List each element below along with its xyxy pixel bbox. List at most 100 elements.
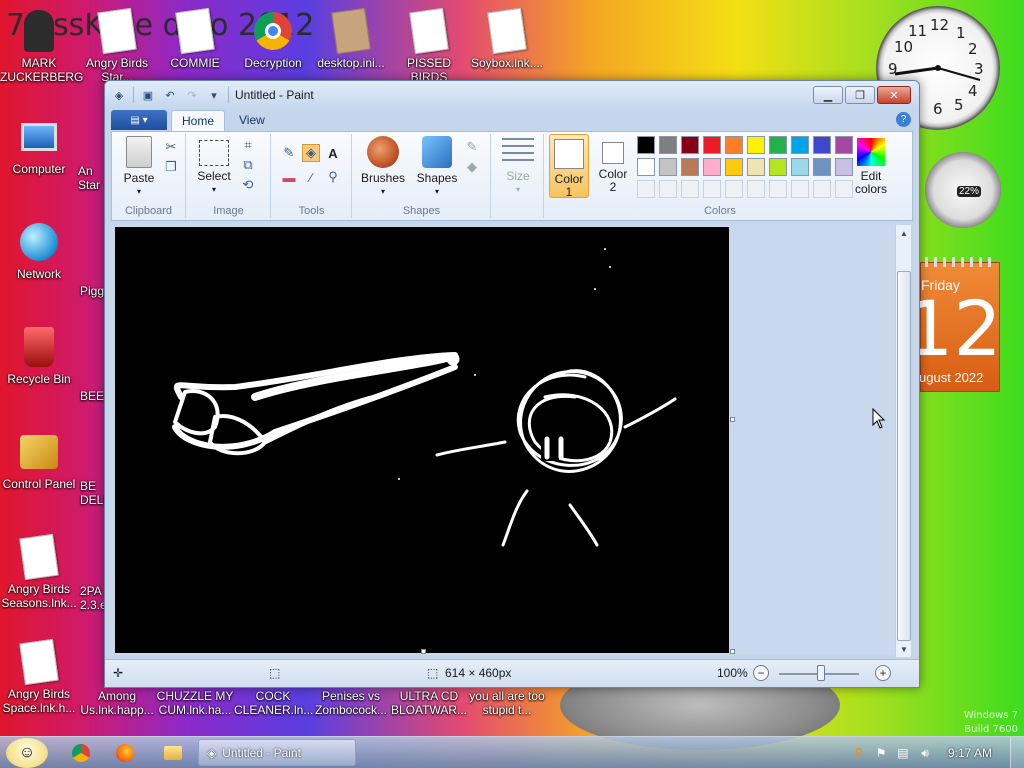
desktop-icon-angry-birds-star[interactable]: Angry Birds Star...: [78, 7, 156, 84]
eraser-icon[interactable]: ▬: [280, 168, 298, 186]
help-icon[interactable]: ?: [896, 112, 911, 127]
desktop-icon-decryption[interactable]: Decryption: [234, 8, 312, 70]
palette-custom-slot[interactable]: [791, 180, 809, 198]
cut-icon[interactable]: ✂: [162, 138, 180, 156]
network-tray-icon[interactable]: ▤: [892, 742, 914, 764]
palette-color-swatch[interactable]: [769, 136, 787, 154]
save-icon[interactable]: ▣: [140, 87, 156, 103]
palette-color-swatch[interactable]: [813, 136, 831, 154]
desktop-icon-ultra-cd[interactable]: ULTRA CD BLOATWAR...: [390, 689, 468, 717]
search-icon[interactable]: ⚲: [848, 742, 870, 764]
taskbar-paint-task[interactable]: ◈ Untitled - Paint: [198, 739, 356, 766]
palette-color-swatch[interactable]: [637, 136, 655, 154]
palette-custom-slot[interactable]: [769, 180, 787, 198]
palette-color-swatch[interactable]: [659, 136, 677, 154]
customize-toolbar-icon[interactable]: ▾: [206, 87, 222, 103]
rotate-icon[interactable]: ⟲: [239, 176, 257, 194]
desktop-icon-pissed-birds[interactable]: PISSED BIRDS: [390, 7, 468, 84]
palette-custom-slot[interactable]: [637, 180, 655, 198]
desktop-icon-recycle-bin[interactable]: Recycle Bin: [0, 324, 78, 386]
palette-custom-slot[interactable]: [659, 180, 677, 198]
outline-icon[interactable]: ✎: [463, 138, 481, 156]
paint-window[interactable]: ◈ ▣ ↶ ↷ ▾ Untitled - Paint ▁ ❐ ✕ ▤ ▾ Hom…: [104, 80, 920, 688]
palette-color-swatch[interactable]: [791, 136, 809, 154]
palette-color-swatch[interactable]: [637, 158, 655, 176]
resize-handle-right[interactable]: [730, 417, 735, 422]
palette-color-swatch[interactable]: [725, 158, 743, 176]
minimize-button[interactable]: ▁: [813, 86, 843, 104]
palette-color-swatch[interactable]: [747, 158, 765, 176]
title-bar[interactable]: ◈ ▣ ↶ ↷ ▾ Untitled - Paint ▁ ❐ ✕: [105, 81, 919, 109]
restore-button[interactable]: ❐: [845, 86, 875, 104]
palette-color-swatch[interactable]: [659, 158, 677, 176]
shapes-button[interactable]: Shapes ▾: [411, 136, 463, 198]
palette-color-swatch[interactable]: [791, 158, 809, 176]
magnifier-icon[interactable]: ⚲: [324, 168, 342, 186]
desktop-icon-mark-zuckerberg[interactable]: MARK ZUCKERBERG: [0, 8, 83, 84]
palette-color-swatch[interactable]: [813, 158, 831, 176]
desktop-icon-control-panel[interactable]: Control Panel: [0, 429, 78, 491]
edit-colors-button[interactable]: Edit colors: [851, 134, 891, 196]
desktop-icon-computer[interactable]: Computer: [0, 114, 78, 176]
resize-handle-corner[interactable]: [730, 649, 735, 654]
fill-shape-icon[interactable]: ◆: [463, 158, 481, 176]
taskbar-explorer[interactable]: [158, 741, 188, 765]
color1-button[interactable]: Color 1: [549, 134, 589, 199]
paint-menu-button[interactable]: ▤ ▾: [111, 110, 167, 130]
color2-button[interactable]: Color 2: [593, 134, 633, 194]
desktop-icon-angry-birds-space[interactable]: Angry Birds Space.lnk.h...: [0, 638, 78, 715]
desktop-icon-among-us[interactable]: Among Us.lnk.happ...: [78, 689, 156, 717]
palette-custom-slot[interactable]: [813, 180, 831, 198]
paste-button[interactable]: Paste ▾: [118, 136, 160, 198]
desktop-icon-network[interactable]: Network: [0, 219, 78, 281]
resize-icon[interactable]: ⧉: [239, 156, 257, 174]
taskbar-firefox[interactable]: [110, 741, 140, 765]
close-button[interactable]: ✕: [877, 86, 911, 104]
palette-custom-slot[interactable]: [703, 180, 721, 198]
drawing-canvas[interactable]: [115, 227, 729, 653]
size-button[interactable]: Size ▾: [498, 138, 538, 196]
tab-home[interactable]: Home: [171, 110, 226, 131]
taskbar-chrome[interactable]: [66, 741, 96, 765]
redo-icon[interactable]: ↷: [184, 87, 200, 103]
zoom-slider-thumb[interactable]: [817, 665, 825, 681]
scroll-down-arrow[interactable]: ▼: [896, 641, 912, 657]
palette-color-swatch[interactable]: [681, 158, 699, 176]
desktop-icon-desktop-ini[interactable]: desktop.ini...: [312, 7, 390, 70]
desktop-icon-soybox[interactable]: Soybox.lnk....: [468, 7, 546, 70]
text-icon[interactable]: A: [324, 144, 342, 162]
desktop-icon-cleaner[interactable]: COCK CLEANER.ln...: [234, 689, 313, 717]
palette-custom-slot[interactable]: [725, 180, 743, 198]
brushes-button[interactable]: Brushes ▾: [357, 136, 409, 198]
palette-color-swatch[interactable]: [769, 158, 787, 176]
calendar-gadget[interactable]: Friday 12 ugust 2022: [905, 257, 1002, 392]
zoom-out-button[interactable]: −: [753, 665, 769, 681]
palette-color-swatch[interactable]: [681, 136, 699, 154]
color-picker-icon[interactable]: ⁄: [302, 168, 320, 186]
volume-icon[interactable]: 🔊︎: [914, 742, 936, 764]
select-button[interactable]: Select ▾: [193, 136, 235, 196]
resize-handle-bottom[interactable]: [421, 649, 426, 654]
palette-color-swatch[interactable]: [747, 136, 765, 154]
desktop-icon-zombie-game[interactable]: Penises vs Zombocock...: [312, 689, 390, 717]
palette-color-swatch[interactable]: [725, 136, 743, 154]
scroll-up-arrow[interactable]: ▲: [896, 225, 912, 241]
palette-color-swatch[interactable]: [703, 158, 721, 176]
zoom-in-button[interactable]: +: [875, 665, 891, 681]
show-desktop-button[interactable]: [1010, 737, 1024, 768]
fill-icon[interactable]: ◈: [302, 144, 320, 162]
vertical-scrollbar[interactable]: ▲ ▼: [895, 225, 911, 657]
crop-icon[interactable]: ⌗: [239, 136, 257, 154]
pencil-icon[interactable]: ✎: [280, 144, 298, 162]
start-button[interactable]: ☺: [6, 738, 48, 768]
palette-custom-slot[interactable]: [681, 180, 699, 198]
copy-icon[interactable]: ❐: [162, 158, 180, 176]
scroll-thumb[interactable]: [897, 271, 911, 641]
clock-time[interactable]: 9:17 AM: [948, 746, 992, 760]
undo-icon[interactable]: ↶: [162, 87, 178, 103]
desktop-icon-angry-birds-seasons[interactable]: Angry Birds Seasons.lnk...: [0, 533, 78, 610]
desktop-icon-commie[interactable]: COMMIE: [156, 7, 234, 70]
palette-color-swatch[interactable]: [703, 136, 721, 154]
desktop-icon-chuzzle[interactable]: CHUZZLE MY CUM.lnk.ha...: [156, 689, 234, 717]
desktop-icon-you-all-are[interactable]: you all are too stupid t...: [468, 689, 546, 717]
